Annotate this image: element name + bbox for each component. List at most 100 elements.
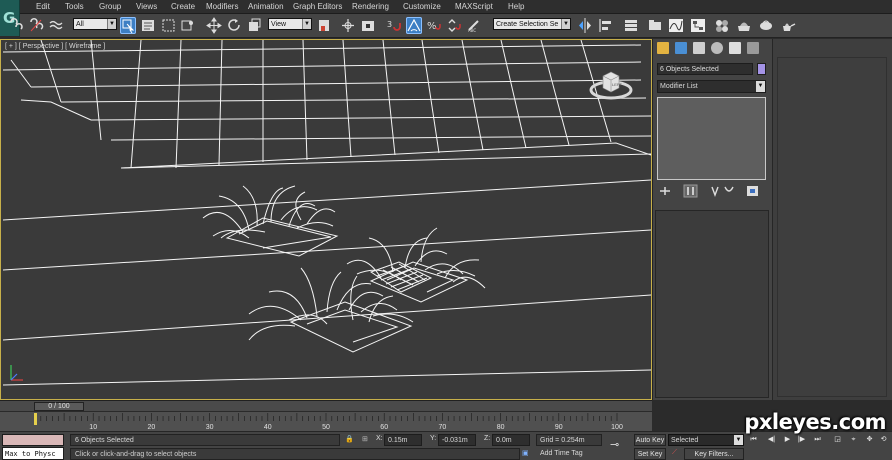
select-link-icon[interactable] [8, 17, 24, 34]
play-icon[interactable]: ▶ [782, 434, 793, 445]
ref-coord-dropdown[interactable]: View ▼ [268, 18, 312, 30]
render-production-icon[interactable] [780, 17, 796, 34]
scale-icon[interactable] [246, 17, 262, 34]
object-color-swatch[interactable] [757, 63, 766, 75]
maxscript-output[interactable]: Max to Physc [2, 447, 64, 460]
z-coordinate-field[interactable]: 0.0m [492, 434, 530, 446]
rollout-area [655, 210, 769, 398]
pivot-icon[interactable] [316, 17, 332, 34]
show-end-result-icon[interactable] [683, 184, 698, 198]
viewport-label[interactable]: [ + ] [ Perspective ] [ Wireframe ] [5, 43, 105, 50]
menu-graph-editors[interactable]: Graph Editors [293, 2, 342, 11]
material-editor-icon[interactable] [714, 17, 730, 34]
orbit-icon[interactable]: ⟲ [878, 434, 889, 445]
edit-named-selection-icon[interactable]: ABC [466, 17, 482, 34]
percent-snap-icon[interactable]: % [426, 17, 442, 34]
y-coordinate-field[interactable]: -0.031m [438, 434, 476, 446]
track-tick-label: 90 [555, 424, 563, 431]
schematic-view-icon[interactable] [690, 17, 706, 34]
go-to-start-icon[interactable]: ⏮ [748, 434, 759, 445]
bind-spacewarp-icon[interactable] [48, 17, 64, 34]
pin-stack-icon[interactable] [660, 187, 670, 195]
y-label: Y: [430, 435, 437, 442]
move-icon[interactable] [206, 17, 222, 34]
select-object-icon[interactable] [120, 17, 136, 34]
named-selection-set-dropdown[interactable]: Create Selection Se ▼ [493, 18, 571, 30]
utilities-tab-icon[interactable] [747, 42, 759, 54]
angle-snap-icon[interactable] [406, 17, 422, 34]
mirror-icon[interactable] [577, 17, 593, 34]
curve-editor-icon[interactable] [668, 17, 684, 34]
lock-selection-icon[interactable]: 🔒 [345, 435, 354, 443]
create-tab-icon[interactable] [657, 42, 669, 54]
remove-modifier-icon[interactable] [724, 186, 734, 192]
menu-animation[interactable]: Animation [248, 2, 284, 11]
window-crossing-icon[interactable] [180, 17, 196, 34]
menu-group[interactable]: Group [99, 2, 121, 11]
modifier-stack[interactable] [657, 97, 766, 180]
pan-icon[interactable]: ✥ [864, 434, 875, 445]
make-unique-icon[interactable] [711, 186, 719, 197]
key-icon: ⊸ [610, 439, 620, 451]
time-slider[interactable]: 0 / 100 [0, 400, 652, 411]
rendered-frame-window-icon[interactable] [758, 17, 774, 34]
grid-spacing: Grid = 0.254m [536, 434, 602, 446]
zoom-icon[interactable]: ⌖ [848, 434, 859, 445]
align-icon[interactable] [597, 17, 613, 34]
key-selection-dropdown[interactable]: Selected ▼ [668, 434, 744, 446]
rect-region-icon[interactable] [160, 17, 176, 34]
chevron-down-icon: ▼ [302, 19, 311, 29]
modifier-list-label: Modifier List [660, 83, 698, 90]
main-toolbar: All ▼ View ▼ 3 % ABC Create Selection Se ▼ [10, 14, 892, 38]
auto-key-button[interactable]: Auto Key [634, 434, 666, 446]
go-to-end-icon[interactable]: ⏭ [812, 434, 823, 445]
select-by-name-icon[interactable] [140, 17, 156, 34]
track-tick-label: 10 [89, 424, 97, 431]
unlink-icon[interactable] [28, 17, 44, 34]
rotate-icon[interactable] [226, 17, 242, 34]
named-selection-placeholder: Create Selection Se [496, 21, 559, 28]
previous-frame-icon[interactable]: ◀| [766, 434, 777, 445]
modifier-list-dropdown[interactable]: Modifier List ▼ [657, 80, 766, 93]
chevron-down-icon: ▼ [756, 81, 765, 92]
selection-filter-dropdown[interactable]: All ▼ [73, 18, 117, 30]
menu-tools[interactable]: Tools [65, 2, 84, 11]
add-time-tag-button[interactable]: Add Time Tag [536, 448, 602, 460]
ribbon-icon[interactable] [647, 17, 663, 34]
absolute-mode-icon[interactable]: ⊞ [362, 435, 368, 443]
modify-tab-icon[interactable] [675, 42, 687, 54]
set-key-icon[interactable]: ⟋ [672, 449, 677, 457]
menu-help[interactable]: Help [508, 2, 524, 11]
current-frame-marker[interactable] [34, 413, 37, 425]
object-name-field[interactable]: 6 Objects Selected [657, 63, 753, 75]
perspective-viewport[interactable]: [ + ] [ Perspective ] [ Wireframe ] LEFT [0, 39, 652, 400]
motion-tab-icon[interactable] [711, 42, 723, 54]
x-coordinate-field[interactable]: 0.15m [384, 434, 422, 446]
set-key-button[interactable]: Set Key [634, 448, 666, 460]
maxscript-listener-input[interactable] [2, 434, 64, 446]
render-setup-icon[interactable] [736, 17, 752, 34]
select-manipulate-icon[interactable] [340, 17, 356, 34]
menu-customize[interactable]: Customize [403, 2, 441, 11]
keyboard-shortcut-icon[interactable] [360, 17, 376, 34]
track-tick-label: 100 [611, 424, 623, 431]
menu-create[interactable]: Create [171, 2, 195, 11]
menu-rendering[interactable]: Rendering [352, 2, 389, 11]
next-frame-icon[interactable]: |▶ [796, 434, 807, 445]
hierarchy-tab-icon[interactable] [693, 42, 705, 54]
track-bar[interactable]: 10 20 30 40 50 60 70 80 90 100 [0, 411, 652, 431]
viewcube-icon[interactable]: LEFT [589, 62, 633, 102]
layer-manager-icon[interactable] [623, 17, 639, 34]
zoom-extents-icon[interactable]: ◲ [832, 434, 843, 445]
menu-modifiers[interactable]: Modifiers [206, 2, 238, 11]
time-slider-thumb[interactable]: 0 / 100 [34, 402, 84, 411]
menu-maxscript[interactable]: MAXScript [455, 2, 493, 11]
key-filters-button[interactable]: Key Filters... [684, 448, 744, 460]
configure-modifier-sets-icon[interactable] [747, 186, 758, 196]
menu-views[interactable]: Views [136, 2, 157, 11]
snap-3d-icon[interactable]: 3 [386, 17, 402, 34]
menu-edit[interactable]: Edit [36, 2, 50, 11]
track-tick-label: 50 [322, 424, 330, 431]
spinner-snap-icon[interactable] [446, 17, 462, 34]
display-tab-icon[interactable] [729, 42, 741, 54]
